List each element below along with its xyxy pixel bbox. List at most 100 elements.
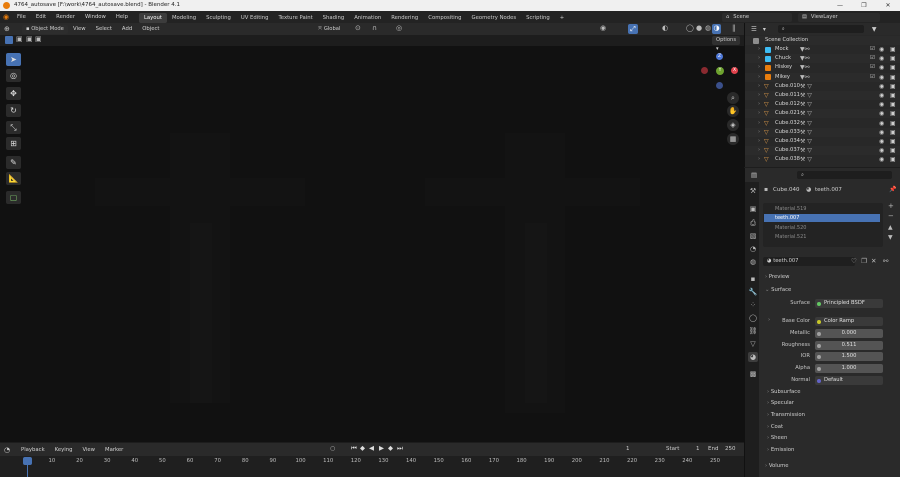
options-dropdown[interactable]: Options ▾ (712, 36, 740, 52)
section-emission[interactable]: › Emission (767, 447, 794, 453)
play-reverse-icon[interactable]: ◀ (369, 444, 374, 452)
eye-icon[interactable]: ◉ (879, 91, 884, 100)
menu-help[interactable]: Help (111, 11, 133, 23)
camera-icon[interactable]: ▣ (890, 91, 896, 100)
render-tab-icon[interactable]: ▣ (748, 204, 758, 214)
pan-hand-icon[interactable]: ✋ (727, 105, 739, 117)
move-slot-down-icon[interactable]: ▼ (888, 234, 893, 241)
tab-modeling[interactable]: Modeling (167, 13, 201, 23)
eye-icon[interactable]: ◉ (879, 119, 884, 128)
tab-compositing[interactable]: Compositing (423, 13, 466, 23)
gizmo-z-axis[interactable]: Z (716, 53, 723, 60)
tab-uv-editing[interactable]: UV Editing (236, 13, 274, 23)
tab-layout[interactable]: Layout (138, 12, 167, 23)
eye-icon[interactable]: ◉ (879, 128, 884, 137)
expand-arrow-icon[interactable]: › (758, 45, 760, 54)
close-button[interactable]: ✕ (876, 0, 900, 11)
select-box-mode-icon[interactable] (5, 36, 13, 44)
snap-icon[interactable]: ∩ (372, 24, 377, 32)
world-tab-icon[interactable]: ◍ (748, 257, 758, 267)
select-extend-icon[interactable]: ▣ (16, 35, 23, 43)
outliner-item[interactable]: › ▽ Cube.033 ⚒ ▽ ◉ ▣ (745, 127, 900, 137)
measure-tool-icon[interactable]: 📐 (6, 172, 21, 185)
cursor-tool-icon[interactable]: ◎ (6, 69, 21, 82)
transform-orientation[interactable]: ⤧ Global (314, 25, 350, 34)
end-frame-field[interactable]: 250 (725, 446, 736, 452)
texture-tab-icon[interactable]: ▩ (748, 369, 758, 379)
expand-arrow-icon[interactable]: › (758, 109, 760, 118)
gizmo-y-axis[interactable]: Y (716, 67, 724, 75)
maximize-button[interactable]: ❐ (852, 0, 876, 11)
move-tool-icon[interactable]: ✥ (6, 87, 21, 100)
material-slot-2[interactable]: teeth.007 (764, 214, 880, 222)
rotate-tool-icon[interactable]: ↻ (6, 104, 21, 117)
eye-icon[interactable]: ◉ (879, 54, 884, 63)
exclude-checkbox-icon[interactable]: ☑ (870, 54, 875, 63)
expand-arrow-icon[interactable]: › (758, 100, 760, 109)
viewport-menu-object[interactable]: Object (137, 23, 164, 35)
material-tab-icon[interactable]: ◕ (748, 352, 758, 362)
tab-scripting[interactable]: Scripting (521, 13, 555, 23)
outliner-item[interactable]: › ▽ Cube.038 ⚒ ▽ ◉ ▣ (745, 155, 900, 164)
outliner-item[interactable]: › Chuck ▼⚯ ☑ ◉ ▣ (745, 54, 900, 64)
expand-arrow-icon[interactable]: › (758, 91, 760, 100)
annotate-tool-icon[interactable]: ✎ (6, 156, 21, 169)
timeline-area[interactable]: 1102030405060708090100110120130140150160… (0, 456, 744, 477)
alpha-field[interactable]: 1.000 (815, 364, 883, 373)
outliner-item[interactable]: › ▽ Cube.032 ⚒ ▽ ◉ ▣ (745, 119, 900, 128)
camera-icon[interactable]: ▣ (890, 82, 896, 91)
section-transmission[interactable]: › Transmission (767, 412, 805, 418)
eye-icon[interactable]: ◉ (879, 45, 884, 54)
material-datablock-field[interactable]: ◕ teeth.007 (763, 257, 855, 266)
constraints-tab-icon[interactable]: ⛓ (748, 326, 758, 336)
timeline-editor-icon[interactable]: ◔ (4, 446, 16, 454)
blender-menu-icon[interactable]: ◉ (0, 13, 12, 21)
prev-keyframe-icon[interactable]: ◆ (360, 444, 365, 452)
play-icon[interactable]: ▶ (379, 444, 384, 452)
view-layer-selector[interactable]: ▤ ViewLayer (798, 12, 880, 22)
expand-arrow-icon[interactable]: › (758, 119, 760, 128)
add-cube-tool-icon[interactable]: ▢ (6, 191, 21, 204)
viewport-menu-add[interactable]: Add (117, 23, 137, 35)
expand-arrow-icon[interactable]: › (758, 82, 760, 91)
gizmo-toggle-icon[interactable]: ⤢ (628, 24, 638, 34)
surface-shader-field[interactable]: Principled BSDF (815, 299, 883, 308)
scene-tab-icon[interactable]: ◔ (748, 244, 758, 254)
tool-tab-icon[interactable]: ⚒ (748, 186, 758, 196)
eye-icon[interactable]: ◉ (879, 100, 884, 109)
tab-texture-paint[interactable]: Texture Paint (273, 13, 317, 23)
outliner-item[interactable]: › ▽ Cube.010 ⚒ ▽ ◉ ▣ (745, 82, 900, 91)
viewport-menu-view[interactable]: View (68, 23, 91, 35)
section-coat[interactable]: › Coat (767, 424, 783, 430)
particles-tab-icon[interactable]: ⁘ (748, 300, 758, 310)
duplicate-material-icon[interactable]: ❐ (861, 257, 867, 265)
jump-end-icon[interactable]: ⏭ (397, 444, 403, 453)
rendered-shading-icon[interactable]: ◑ (712, 24, 721, 34)
exclude-checkbox-icon[interactable]: ☑ (870, 45, 875, 54)
menu-window[interactable]: Window (80, 11, 111, 23)
timeline-menu-playback[interactable]: Playback (16, 444, 50, 456)
perspective-toggle-icon[interactable]: ▦ (727, 133, 739, 145)
section-specular[interactable]: › Specular (767, 400, 794, 406)
overlay-icon[interactable]: ◐ (662, 24, 668, 32)
expand-arrow-icon[interactable]: › (758, 128, 760, 137)
outliner-item[interactable]: › ▽ Cube.037 ⚒ ▽ ◉ ▣ (745, 146, 900, 156)
visibility-icon[interactable]: ◉ (600, 24, 606, 32)
eye-icon[interactable]: ◉ (879, 155, 884, 164)
section-surface[interactable]: ⌄ Surface (765, 287, 791, 293)
tab-geometry-nodes[interactable]: Geometry Nodes (466, 13, 521, 23)
scale-tool-icon[interactable]: ⤡ (6, 121, 21, 134)
timeline-menu-view[interactable]: View (77, 444, 100, 456)
camera-icon[interactable]: ▣ (890, 128, 896, 137)
start-frame-field[interactable]: 1 (696, 446, 700, 452)
camera-view-icon[interactable]: ◈ (727, 119, 739, 131)
camera-icon[interactable]: ▣ (890, 155, 896, 164)
gizmo-neg-z-axis[interactable] (716, 82, 723, 89)
camera-icon[interactable]: ▣ (890, 45, 896, 54)
menu-file[interactable]: File (12, 11, 31, 23)
camera-icon[interactable]: ▣ (890, 73, 896, 82)
modifiers-tab-icon[interactable]: 🔧 (748, 287, 758, 297)
material-slot-4[interactable]: Material.521 (764, 233, 880, 241)
section-sheen[interactable]: › Sheen (767, 435, 787, 441)
properties-search-input[interactable]: ⌕ (797, 171, 893, 179)
